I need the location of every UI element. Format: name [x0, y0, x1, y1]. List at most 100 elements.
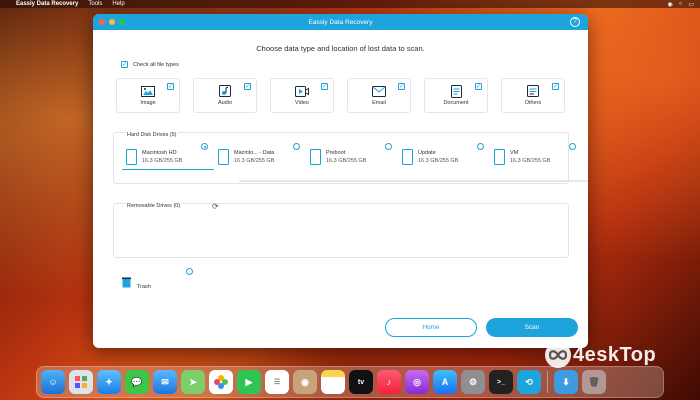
removable-drives-panel: Removable Drives (0) ⟳ — [113, 202, 569, 258]
menu-help[interactable]: Help — [112, 1, 124, 7]
document-icon — [449, 84, 463, 98]
image-checkbox[interactable]: ✓ — [167, 83, 174, 90]
video-icon — [295, 85, 309, 97]
file-type-label: Image — [140, 99, 156, 106]
disk-icon — [494, 149, 505, 165]
trash-label: Trash — [137, 284, 151, 290]
refresh-icon[interactable]: ⟳ — [212, 202, 219, 211]
music-icon[interactable]: ♪ — [377, 370, 401, 394]
file-type-video[interactable]: ✓ Video — [270, 78, 334, 113]
menu-tools[interactable]: Tools — [88, 1, 102, 7]
trash-radio[interactable] — [186, 268, 193, 275]
drive-name: Macinto... - Data — [234, 150, 275, 156]
launchpad-icon[interactable] — [69, 370, 93, 394]
drive-radio[interactable] — [569, 143, 576, 150]
podcasts-icon[interactable]: ◎ — [405, 370, 429, 394]
file-type-image[interactable]: ✓ Image — [116, 78, 180, 113]
drive-size: 16.3 GB/255 GB — [418, 158, 459, 164]
trash-can-icon[interactable]: 🗑 — [582, 370, 606, 394]
search-icon[interactable]: ○ — [679, 1, 683, 8]
file-type-grid: ✓ Image ✓ Audio ✓ Video ✓ Email ✓ Docume… — [116, 78, 565, 113]
audio-icon — [218, 85, 232, 97]
notes-icon[interactable] — [321, 370, 345, 394]
disk-icon — [218, 149, 229, 165]
drive-size: 16.3 GB/255 GB — [234, 158, 275, 164]
file-type-label: Others — [524, 99, 542, 106]
watermark: 4eskTop — [545, 342, 656, 368]
terminal-icon[interactable]: >_ — [489, 370, 513, 394]
drive-radio[interactable] — [477, 143, 484, 150]
check-all-file-types[interactable]: ✓ Check all file types — [121, 61, 179, 68]
drives-scrollbar[interactable] — [239, 180, 588, 182]
file-type-label: Video — [295, 99, 309, 106]
drive-name: VM — [510, 150, 519, 156]
drive-name: Update — [418, 150, 436, 156]
drive-radio[interactable] — [293, 143, 300, 150]
reminders-icon[interactable]: ☰ — [265, 370, 289, 394]
settings-icon[interactable]: ⚙ — [461, 370, 485, 394]
document-checkbox[interactable]: ✓ — [475, 83, 482, 90]
messages-icon[interactable]: 💬 — [125, 370, 149, 394]
file-type-others[interactable]: ✓ Others — [501, 78, 565, 113]
safari-icon[interactable]: ✦ — [97, 370, 121, 394]
drive-macintosh-hd[interactable]: Macintosh HD 16.3 GB/255 GB — [122, 143, 214, 170]
check-all-label: Check all file types — [133, 61, 179, 68]
hard-disk-drives-panel: Hard Disk Drives (5) Macintosh HD 16.3 G… — [113, 132, 588, 184]
scan-button[interactable]: Scan — [486, 318, 578, 337]
email-checkbox[interactable]: ✓ — [398, 83, 405, 90]
file-type-label: Document — [443, 99, 469, 106]
appstore-icon[interactable]: A — [433, 370, 457, 394]
drive-vm[interactable]: VM 16.3 GB/255 GB — [490, 143, 582, 170]
others-icon — [526, 85, 540, 97]
drive-size: 16.3 GB/255 GB — [142, 157, 183, 164]
window-title: Eassiy Data Recovery — [308, 18, 373, 26]
watermark-logo — [545, 342, 571, 368]
menu-app-name[interactable]: Eassiy Data Recovery — [16, 1, 78, 7]
others-checkbox[interactable]: ✓ — [552, 83, 559, 90]
removable-title: Removable Drives (0) — [126, 203, 182, 209]
app-window: Eassiy Data Recovery ? Choose data type … — [93, 14, 588, 348]
image-icon — [141, 85, 155, 97]
email-icon — [372, 85, 386, 97]
drive-update[interactable]: Update 16.3 GB/255 GB — [398, 143, 490, 170]
eassiy-icon[interactable]: ⟲ — [517, 370, 541, 394]
audio-checkbox[interactable]: ✓ — [244, 83, 251, 90]
page-heading: Choose data type and location of lost da… — [256, 44, 425, 53]
photos-icon[interactable] — [209, 370, 233, 394]
downloads-icon[interactable]: ⬇ — [554, 370, 578, 394]
help-icon[interactable]: ? — [570, 17, 580, 27]
hard-disk-title: Hard Disk Drives (5) — [126, 132, 178, 138]
video-checkbox[interactable]: ✓ — [321, 83, 328, 90]
appletv-icon[interactable]: tv — [349, 370, 373, 394]
file-type-document[interactable]: ✓ Document — [424, 78, 488, 113]
title-bar: Eassiy Data Recovery ? — [93, 14, 588, 30]
drive-name: Preboot — [326, 150, 346, 156]
disk-icon — [310, 149, 321, 165]
drive-radio[interactable] — [201, 143, 208, 150]
menu-status-icons: ◉ ○ ▭ — [667, 1, 700, 8]
file-type-label: Audio — [217, 99, 233, 106]
check-all-checkbox[interactable]: ✓ — [121, 61, 128, 68]
drive-preboot[interactable]: Preboot 16.3 GB/255 GB — [306, 143, 398, 170]
mail-icon[interactable]: ✉ — [153, 370, 177, 394]
file-type-audio[interactable]: ✓ Audio — [193, 78, 257, 113]
trash-option[interactable]: Trash — [122, 268, 193, 290]
facetime-icon[interactable]: ▶ — [237, 370, 261, 394]
disk-icon — [402, 149, 413, 165]
trash-icon — [122, 277, 131, 290]
file-type-label: Email — [372, 99, 386, 106]
control-center-icon[interactable]: ▭ — [688, 1, 694, 8]
drive-list: Macintosh HD 16.3 GB/255 GB Macinto... -… — [122, 143, 582, 170]
drive-radio[interactable] — [385, 143, 392, 150]
drive-macintosh-data[interactable]: Macinto... - Data 16.3 GB/255 GB — [214, 143, 306, 170]
contacts-icon[interactable]: ◉ — [293, 370, 317, 394]
drive-size: 16.3 GB/255 GB — [326, 158, 367, 164]
maps-icon[interactable]: ➤ — [181, 370, 205, 394]
dock: ☺ ✦ 💬 ✉ ➤ ▶ ☰ ◉ tv ♪ ◎ A ⚙ >_ ⟲ ⬇ 🗑 — [36, 366, 664, 398]
wifi-icon[interactable]: ◉ — [667, 1, 672, 8]
watermark-text: 4eskTop — [573, 343, 657, 366]
finder-icon[interactable]: ☺ — [41, 370, 65, 394]
dock-separator — [547, 371, 548, 393]
home-button[interactable]: Home — [385, 318, 477, 337]
file-type-email[interactable]: ✓ Email — [347, 78, 411, 113]
